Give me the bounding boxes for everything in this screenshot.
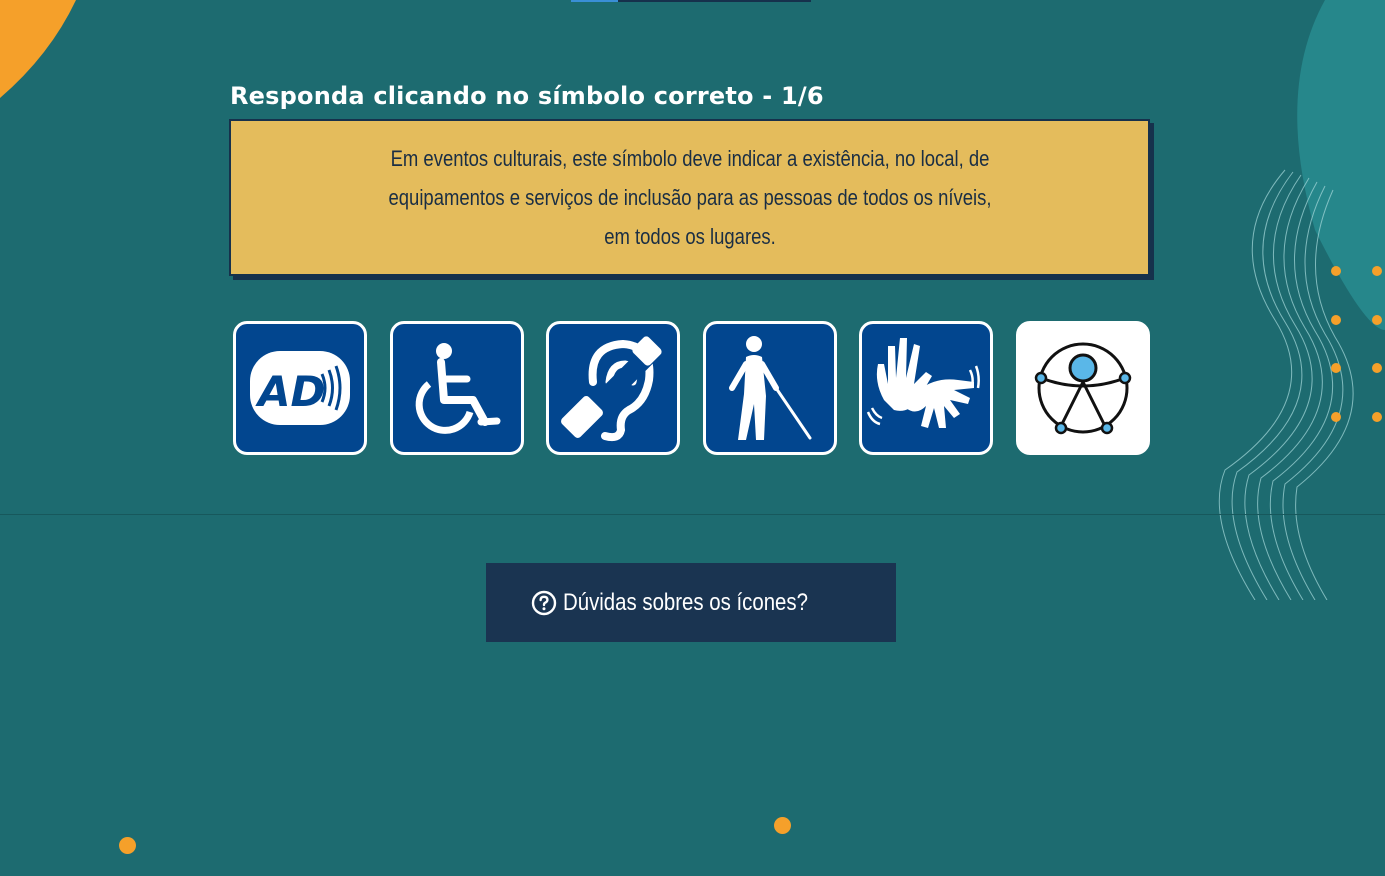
decorative-dot <box>774 817 791 834</box>
decorative-dot <box>1372 266 1382 276</box>
option-universal-access[interactable] <box>1016 321 1150 455</box>
audio-description-icon: AD <box>250 351 350 425</box>
ad-glyph: AD <box>255 367 325 416</box>
progress-bar <box>571 0 811 2</box>
option-audio-description[interactable]: AD <box>233 321 367 455</box>
option-hearing[interactable] <box>546 321 680 455</box>
help-button[interactable]: Dúvidas sobres os ícones? <box>486 563 896 642</box>
decorative-dot <box>1372 315 1382 325</box>
wave-decoration <box>1218 0 1385 600</box>
corner-decoration <box>0 0 76 98</box>
hearing-assistance-icon <box>561 336 663 442</box>
decorative-dot <box>119 837 136 854</box>
option-wheelchair[interactable] <box>390 321 524 455</box>
decorative-dot <box>1331 315 1341 325</box>
decorative-dot <box>1331 412 1341 422</box>
wheelchair-icon <box>415 343 501 434</box>
decorative-dot <box>1372 412 1382 422</box>
decorative-dot <box>1331 266 1341 276</box>
divider <box>0 514 1385 515</box>
decorative-dot <box>1372 363 1382 373</box>
question-circle-icon <box>531 590 557 615</box>
option-sign-language[interactable] <box>859 321 993 455</box>
help-button-label: Dúvidas sobres os ícones? <box>562 588 808 616</box>
decorative-dot <box>1331 363 1341 373</box>
universal-access-icon <box>1034 342 1132 435</box>
question-box: Em eventos culturais, este símbolo deve … <box>229 119 1150 276</box>
question-text: Em eventos culturais, este símbolo deve … <box>387 146 992 249</box>
blind-person-cane-icon <box>729 336 812 440</box>
question-title: Responda clicando no símbolo correto - 1… <box>230 82 824 110</box>
sign-language-icon <box>866 338 980 428</box>
option-blind-person[interactable] <box>703 321 837 455</box>
